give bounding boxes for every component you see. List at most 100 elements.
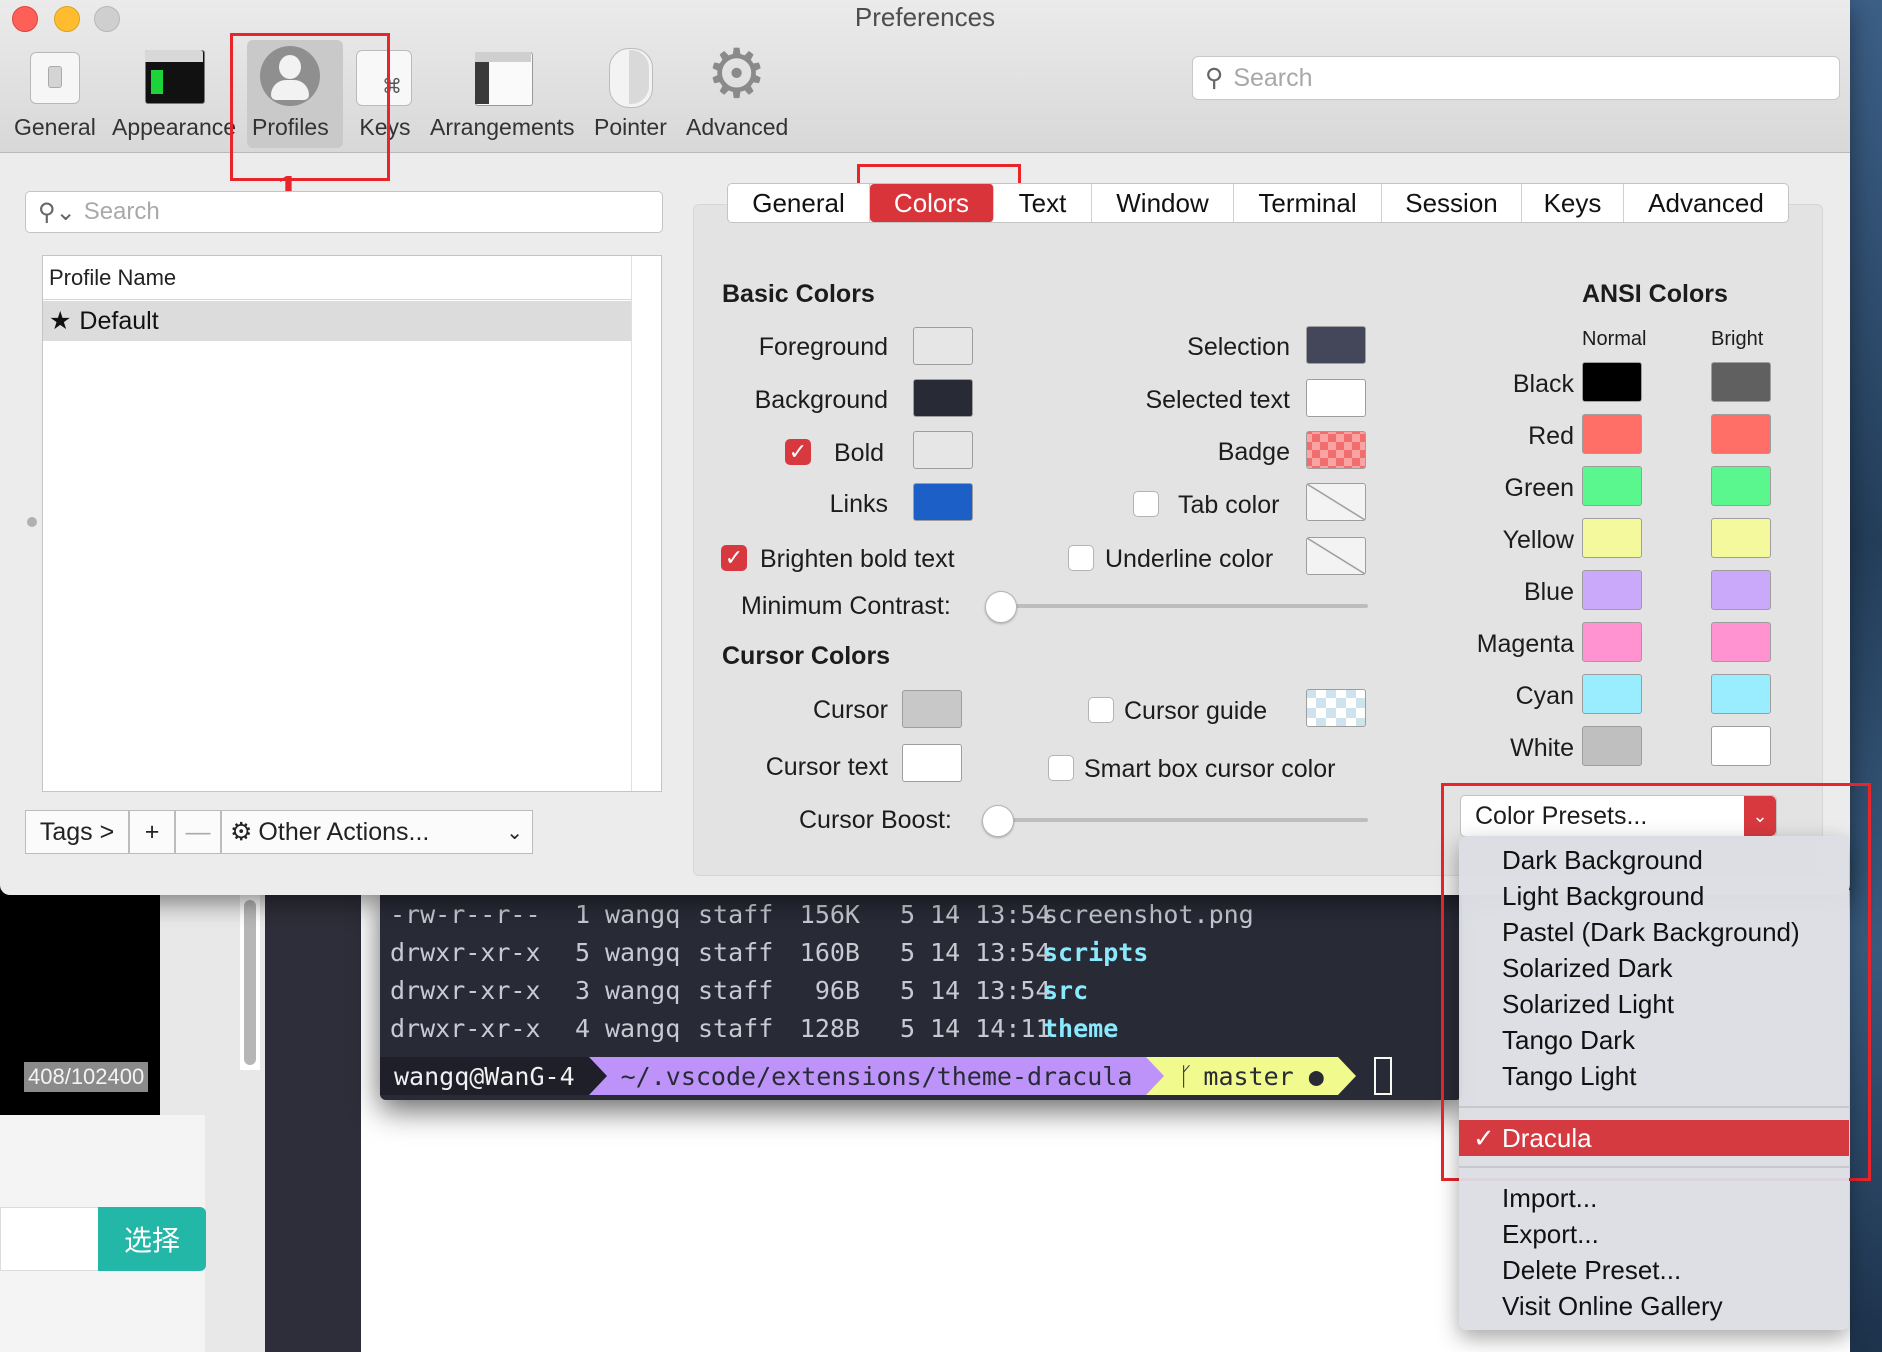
preset-item[interactable]: Pastel (Dark Background) — [1459, 914, 1849, 950]
menu-separator — [1459, 1166, 1849, 1168]
ansi-white-normal-well[interactable] — [1582, 726, 1642, 766]
color-presets-dropdown[interactable]: Color Presets... ⌄ — [1460, 795, 1777, 837]
brighten-bold-checkbox[interactable]: ✓ — [721, 545, 747, 571]
profile-name-column-header[interactable]: Profile Name — [43, 256, 631, 300]
add-profile-button[interactable]: + — [129, 810, 175, 854]
tab-window[interactable]: Window — [1092, 184, 1234, 222]
toolbar-appearance[interactable]: Appearance — [112, 46, 236, 141]
ansi-green-label: Green — [1504, 474, 1574, 502]
ansi-blue-bright-well[interactable] — [1711, 570, 1771, 610]
cursor-colors-heading: Cursor Colors — [722, 642, 891, 670]
background-color-well[interactable] — [913, 379, 973, 417]
underline-color-checkbox[interactable] — [1068, 545, 1094, 571]
preset-item[interactable]: Light Background — [1459, 878, 1849, 914]
tab-color-well-empty[interactable] — [1306, 483, 1366, 521]
tab-advanced[interactable]: Advanced — [1624, 184, 1788, 222]
ls-size: 160B — [799, 938, 860, 967]
split-resize-handle[interactable] — [27, 517, 37, 527]
tab-color-checkbox[interactable] — [1133, 491, 1159, 517]
ansi-red-bright-well[interactable] — [1711, 414, 1771, 454]
ansi-green-normal-well[interactable] — [1582, 466, 1642, 506]
smart-box-cursor-checkbox[interactable] — [1048, 755, 1074, 781]
underline-color-well-empty[interactable] — [1306, 537, 1366, 575]
tab-color-label: Tab color — [1178, 491, 1280, 519]
ansi-yellow-normal-well[interactable] — [1582, 518, 1642, 558]
toolbar-advanced[interactable]: ⚙ Advanced — [686, 40, 788, 141]
tab-text[interactable]: Text — [994, 184, 1092, 222]
ls-name: theme — [1043, 1014, 1119, 1043]
background-text-input[interactable] — [0, 1207, 102, 1271]
tab-session[interactable]: Session — [1382, 184, 1522, 222]
bold-checkbox[interactable]: ✓ — [785, 439, 811, 465]
foreground-color-well[interactable] — [913, 327, 973, 365]
cursor-text-color-well[interactable] — [902, 744, 962, 782]
ls-perm: -rw-r--r-- — [390, 900, 541, 929]
basic-colors-heading: Basic Colors — [722, 280, 875, 308]
preset-action[interactable]: Import... — [1459, 1180, 1849, 1216]
ansi-black-bright-well[interactable] — [1711, 362, 1771, 402]
links-color-well[interactable] — [913, 483, 973, 521]
other-actions-dropdown[interactable]: ⚙ Other Actions... ⌄ — [221, 810, 533, 854]
cursor-guide-checkbox[interactable] — [1088, 697, 1114, 723]
ansi-yellow-bright-well[interactable] — [1711, 518, 1771, 558]
cursor-boost-slider-knob[interactable] — [982, 805, 1014, 837]
preset-item[interactable]: Solarized Light — [1459, 986, 1849, 1022]
terminal-prompt: wangq@WanG-4 ~/.vscode/extensions/theme-… — [380, 1057, 1392, 1095]
ls-group: staff — [698, 1014, 774, 1043]
cursor-boost-slider[interactable] — [998, 818, 1368, 822]
preset-item[interactable]: Solarized Dark — [1459, 950, 1849, 986]
preferences-search-input[interactable]: ⚲ Search — [1192, 56, 1840, 100]
select-button[interactable]: 选择 — [98, 1207, 206, 1271]
toolbar-general[interactable]: General — [14, 46, 96, 141]
badge-label: Badge — [1217, 438, 1290, 466]
git-branch-icon: ᚴ — [1178, 1061, 1194, 1091]
selection-color-well[interactable] — [1306, 326, 1366, 364]
preset-action[interactable]: Visit Online Gallery — [1459, 1288, 1849, 1324]
search-icon: ⚲⌄ — [38, 198, 76, 226]
minimum-contrast-slider-knob[interactable] — [985, 591, 1017, 623]
ansi-blue-normal-well[interactable] — [1582, 570, 1642, 610]
toolbar-arrangements[interactable]: Arrangements — [430, 46, 574, 141]
cursor-guide-color-well[interactable] — [1306, 689, 1366, 727]
tags-button[interactable]: Tags > — [25, 810, 129, 854]
search-placeholder: Search — [83, 198, 160, 225]
ansi-cyan-normal-well[interactable] — [1582, 674, 1642, 714]
tab-keys[interactable]: Keys — [1522, 184, 1624, 222]
tab-colors[interactable]: Colors — [870, 184, 994, 222]
cursor-color-well[interactable] — [902, 690, 962, 728]
mouse-icon — [599, 46, 661, 108]
prompt-branch-label: master ● — [1203, 1061, 1324, 1091]
bold-color-well[interactable] — [913, 431, 973, 469]
preset-item[interactable]: Tango Dark — [1459, 1022, 1849, 1058]
background-scrollbar-thumb[interactable] — [244, 900, 256, 1065]
links-label: Links — [829, 490, 888, 518]
minimum-contrast-slider[interactable] — [1002, 604, 1368, 608]
ansi-magenta-bright-well[interactable] — [1711, 622, 1771, 662]
toolbar-pointer[interactable]: Pointer — [594, 46, 667, 141]
ls-date: 5 14 13:54 — [900, 900, 1051, 929]
selected-text-color-well[interactable] — [1306, 379, 1366, 417]
ansi-green-bright-well[interactable] — [1711, 466, 1771, 506]
ansi-colors-heading: ANSI Colors — [1582, 280, 1728, 308]
preset-item-dracula[interactable]: ✓ Dracula — [1459, 1120, 1849, 1156]
ls-perm: drwxr-xr-x — [390, 938, 541, 967]
preset-item[interactable]: Tango Light — [1459, 1058, 1849, 1094]
profile-search-input[interactable]: ⚲⌄ Search — [25, 191, 663, 233]
preset-action[interactable]: Delete Preset... — [1459, 1252, 1849, 1288]
ls-size: 128B — [799, 1014, 860, 1043]
preset-action[interactable]: Export... — [1459, 1216, 1849, 1252]
badge-color-well[interactable] — [1306, 431, 1366, 469]
ls-links: 1 — [575, 900, 591, 929]
profile-row-default[interactable]: ★ Default — [43, 301, 631, 341]
terminal-window[interactable]: -rw-r--r-- 1 wangq staff 156K 5 14 13:54 scree… — [380, 890, 1462, 1100]
ls-date: 5 14 14:11 — [900, 1014, 1051, 1043]
tab-terminal[interactable]: Terminal — [1234, 184, 1382, 222]
ansi-black-normal-well[interactable] — [1582, 362, 1642, 402]
ansi-magenta-normal-well[interactable] — [1582, 622, 1642, 662]
ansi-white-bright-well[interactable] — [1711, 726, 1771, 766]
tab-general[interactable]: General — [728, 184, 870, 222]
remove-profile-button[interactable]: — — [175, 810, 221, 854]
ansi-red-normal-well[interactable] — [1582, 414, 1642, 454]
preset-item[interactable]: Dark Background — [1459, 842, 1849, 878]
ansi-cyan-bright-well[interactable] — [1711, 674, 1771, 714]
